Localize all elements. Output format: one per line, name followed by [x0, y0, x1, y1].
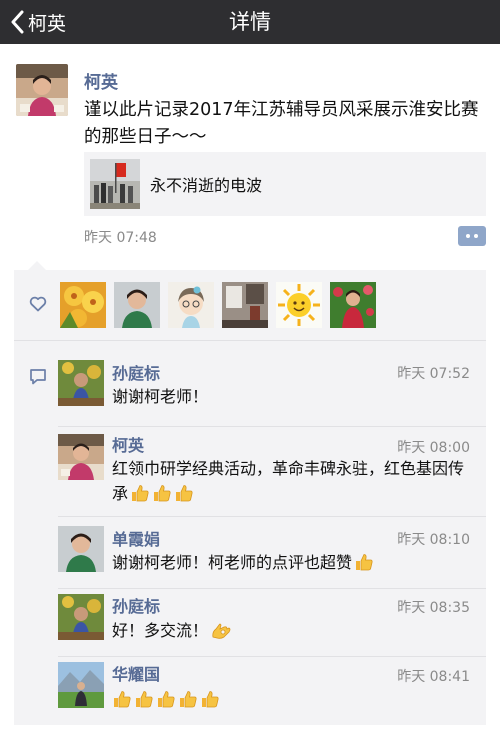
nav-bar: 柯英 详情 — [0, 0, 500, 44]
comment-text — [112, 687, 474, 716]
like-avatar[interactable] — [276, 282, 322, 328]
comment-bubble-icon — [29, 368, 47, 389]
comment-divider — [58, 426, 486, 427]
comment-divider — [58, 588, 486, 589]
commenter-name[interactable]: 孙庭标 — [112, 360, 160, 384]
heart-outline-icon — [29, 296, 47, 316]
likes-row — [14, 270, 486, 340]
commenter-avatar[interactable] — [58, 594, 104, 640]
commenter-avatar[interactable] — [58, 434, 104, 480]
thumbs-up-emoji — [354, 552, 374, 579]
commenter-avatar[interactable] — [58, 360, 104, 406]
thumbs-up-emoji — [134, 689, 154, 716]
link-title: 永不消逝的电波 — [150, 176, 263, 195]
more-dots-icon — [466, 234, 470, 238]
post-timestamp: 昨天 07:48 — [84, 230, 157, 246]
like-avatar[interactable] — [222, 282, 268, 328]
more-actions-button[interactable] — [458, 226, 486, 246]
like-avatar[interactable] — [60, 282, 106, 328]
like-avatar[interactable] — [330, 282, 376, 328]
comment-time: 昨天 08:00 — [397, 440, 470, 456]
thumbs-up-emoji — [152, 483, 172, 510]
post-author-name[interactable]: 柯英 — [84, 68, 118, 93]
thumbs-up-emoji — [156, 689, 176, 716]
comment-divider — [58, 516, 486, 517]
like-avatar[interactable] — [114, 282, 160, 328]
link-thumbnail — [90, 159, 140, 209]
commenter-name[interactable]: 柯英 — [112, 432, 144, 456]
chevron-left-icon — [10, 10, 24, 34]
panel-pointer — [28, 261, 46, 270]
commenter-name[interactable]: 华耀国 — [112, 661, 160, 685]
thumbs-up-emoji — [130, 483, 150, 510]
like-avatar[interactable] — [168, 282, 214, 328]
post-text: 谨以此片记录2017年江苏辅导员风采展示淮安比赛的那些日子～～ — [84, 100, 479, 147]
post-author-avatar[interactable] — [16, 64, 68, 116]
comment-text: 谢谢柯老师！ — [112, 387, 209, 406]
interaction-panel: 孙庭标 昨天 07:52 谢谢柯老师！ 柯英 昨天 08:00 红领巾研学经典活… — [14, 270, 486, 725]
comment-divider — [58, 656, 486, 657]
page-title: 详情 — [229, 10, 271, 34]
likes-divider — [14, 340, 486, 341]
commenter-avatar[interactable] — [58, 662, 104, 708]
commenter-name[interactable]: 单霞娟 — [112, 526, 160, 550]
comment-time: 昨天 08:10 — [397, 532, 470, 548]
commenter-avatar[interactable] — [58, 526, 104, 572]
back-label: 柯英 — [28, 12, 67, 35]
shared-link-card[interactable]: 永不消逝的电波 — [84, 152, 486, 216]
ok-hand-emoji — [210, 620, 232, 647]
comment-time: 昨天 08:35 — [397, 600, 470, 616]
commenter-name[interactable]: 孙庭标 — [112, 593, 160, 617]
comment-time: 昨天 08:41 — [397, 669, 470, 685]
thumbs-up-emoji — [200, 689, 220, 716]
thumbs-up-emoji — [178, 689, 198, 716]
back-button[interactable]: 柯英 — [10, 0, 66, 44]
comment-text-body: 好！多交流！ — [112, 621, 209, 640]
comment-time: 昨天 07:52 — [397, 366, 470, 382]
comment-text-body: 谢谢柯老师！柯老师的点评也超赞 — [112, 553, 353, 572]
comment-text: 谢谢柯老师！柯老师的点评也超赞 — [112, 550, 474, 579]
comment-text: 好！多交流！ — [112, 618, 474, 647]
comment-text: 红领巾研学经典活动，革命丰碑永驻，红色基因传承 — [112, 456, 474, 510]
thumbs-up-emoji — [174, 483, 194, 510]
thumbs-up-emoji — [112, 689, 132, 716]
more-dots-icon — [474, 234, 478, 238]
